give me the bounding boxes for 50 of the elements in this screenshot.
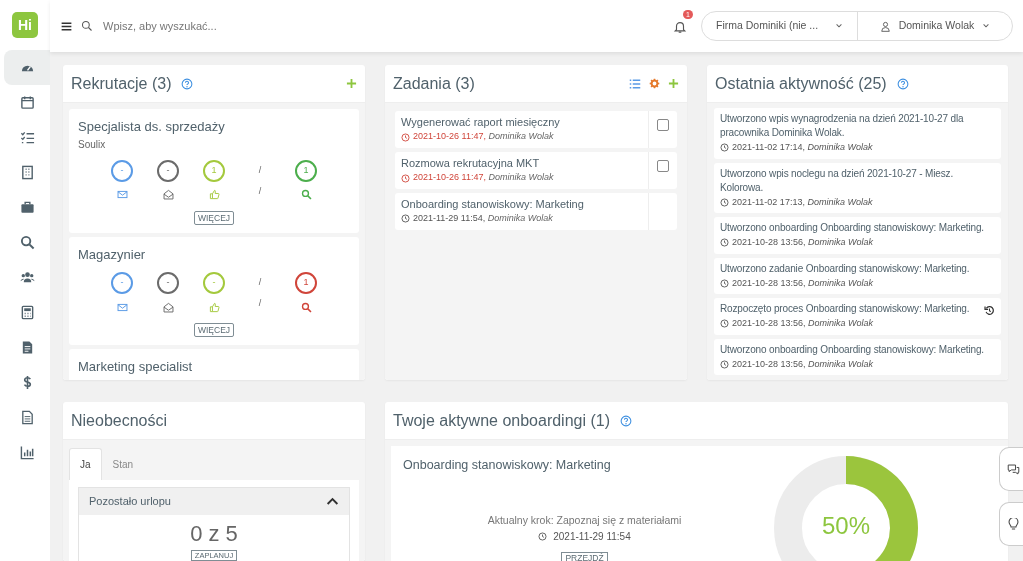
count-circle: -	[157, 159, 179, 182]
panel-title: Zadania (3)	[393, 73, 475, 94]
tab[interactable]: Ja	[69, 448, 102, 480]
recruitment-title: Marketing specialist	[78, 358, 194, 377]
company-name: Soulix	[78, 137, 107, 152]
activity-text: Utworzono onboarding Onboarding stanowiskowy: Marketing.	[720, 342, 984, 357]
count-circle: -	[157, 272, 179, 295]
count-circle: -	[111, 159, 133, 182]
count-circle: 1	[295, 159, 317, 182]
activity-text: Rozpoczęto proces Onboarding stanowiskowy: Marketing.	[720, 302, 970, 316]
activity-meta: 2021-10-28 13:56, Dominika Wolak	[732, 317, 874, 330]
count-circle: 1	[203, 159, 225, 182]
activity-text: Utworzono wpis wynagrodzenia na dzień 2021-10-27 dla pracownika Dominika Wolak.	[720, 112, 965, 140]
leave-value: 0 z 5	[189, 522, 239, 545]
panel-title: Twoje aktywne onboardingi (1)	[393, 410, 610, 431]
current-step: Aktualny krok: Zapoznaj się z materiałami	[403, 512, 766, 529]
onboarding-title: Onboarding stanowiskowy: Marketing	[403, 457, 612, 474]
panel-title: Rekrutacje (3)	[71, 73, 172, 94]
separator-text: /	[258, 297, 262, 311]
panel-title: Ostatnia aktywność (25)	[715, 73, 887, 94]
tab[interactable]: Stan	[101, 448, 145, 480]
task-title: Rozmowa rekrutacyjna MKT	[401, 155, 541, 171]
panel-title: Nieobecności	[71, 410, 168, 431]
recruitment-title: Magazynier	[78, 245, 147, 264]
activity-meta: 2021-10-28 13:56, Dominika Wolak	[732, 236, 874, 249]
more-button[interactable]: WIĘCEJ	[193, 323, 235, 338]
task-meta: 2021-10-26 11:47, Dominika Wolak	[413, 171, 554, 185]
activity-meta: 2021-11-02 17:14, Dominika Wolak	[732, 141, 873, 154]
activity-meta: 2021-10-28 13:56, Dominika Wolak	[732, 276, 874, 290]
task-meta: 2021-11-29 11:54, Dominika Wolak	[413, 212, 553, 226]
separator-text: /	[258, 276, 262, 290]
task-title: Onboarding stanowiskowy: Marketing	[401, 196, 585, 212]
activity-text: Utworzono onboarding Onboarding stanowiskowy: Marketing.	[720, 221, 984, 235]
activity-meta: 2021-11-02 17:13, Dominika Wolak	[732, 195, 873, 209]
progress-label: 50%	[820, 511, 871, 541]
count-circle: -	[203, 272, 225, 295]
separator-text: /	[258, 163, 262, 177]
go-button[interactable]: PRZEJDŹ	[561, 551, 608, 561]
activity-text: Utworzono wpis noclegu na dzień 2021-10-27 - Miesz. Kolorowa.	[720, 166, 955, 195]
onboarding-date: 2021-11-29 11:54	[553, 529, 631, 544]
task-meta: 2021-10-26 11:47, Dominika Wolak	[413, 130, 554, 144]
panel-heading: Pozostało urlopu	[89, 494, 171, 509]
recruitment-title: Specjalista ds. sprzedaży	[78, 118, 226, 136]
count-circle: 1	[295, 272, 317, 295]
task-title: Wygenerować raport miesięczny	[401, 115, 561, 130]
count-circle: -	[111, 272, 133, 295]
activity-meta: 2021-10-28 13:56, Dominika Wolak	[732, 357, 874, 371]
more-button[interactable]: WIĘCEJ	[193, 210, 235, 225]
separator-text: /	[258, 184, 262, 198]
activity-text: Utworzono zadanie Onboarding stanowiskowy: Marketing.	[720, 261, 970, 276]
